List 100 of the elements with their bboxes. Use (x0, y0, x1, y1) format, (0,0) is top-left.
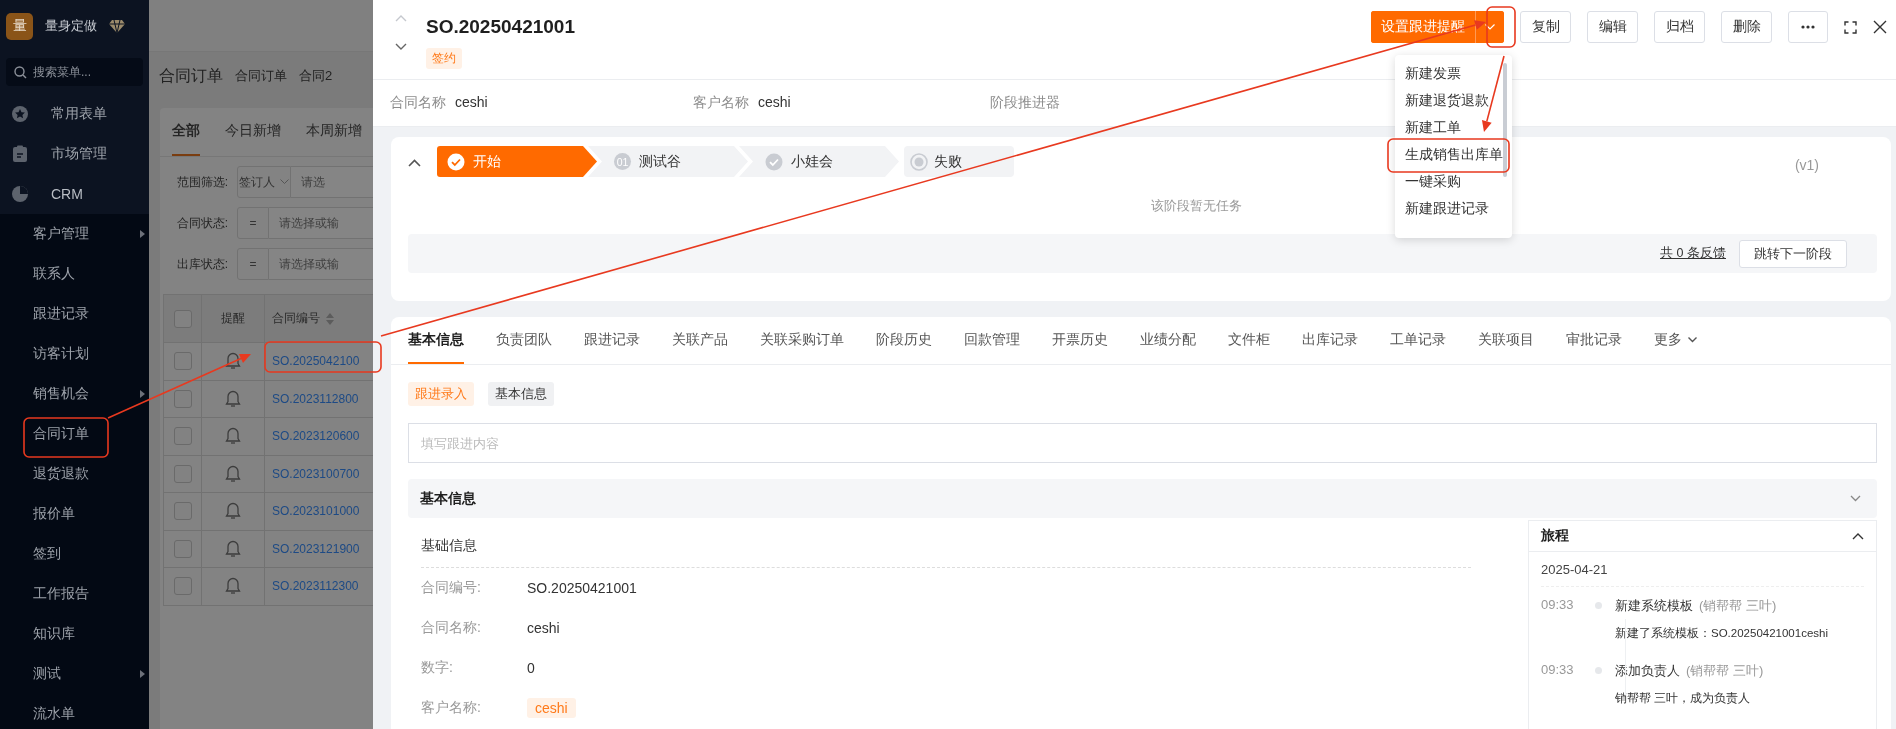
followup-input[interactable]: 填写跟进内容 (408, 423, 1877, 463)
action-button[interactable]: 复制 (1520, 11, 1571, 43)
submenu-item[interactable]: 客户管理 (0, 214, 149, 254)
entry-tab[interactable]: 基本信息 (488, 382, 554, 406)
menu-item[interactable]: 新建工单 (1395, 114, 1512, 141)
field-label: 合同编号: (421, 579, 482, 597)
menu-item[interactable]: 新建跟进记录 (1395, 195, 1512, 222)
tab[interactable]: 审批记录 (1566, 317, 1622, 364)
bell-icon[interactable] (225, 352, 241, 371)
feedback-link[interactable]: 共 0 条反馈 (1660, 245, 1726, 262)
filter-tab[interactable]: 今日新增 (225, 108, 281, 156)
submenu-item[interactable]: 报价单 (0, 494, 149, 534)
column-header: 提醒 (201, 294, 265, 343)
bell-icon[interactable] (225, 539, 241, 558)
chevron-up-icon[interactable] (407, 159, 421, 167)
checkbox[interactable] (173, 309, 192, 328)
submenu-item[interactable]: 测试 (0, 654, 149, 694)
field-label: 阶段推进器 (990, 94, 1060, 110)
tab[interactable]: 业绩分配 (1140, 317, 1196, 364)
checkbox[interactable] (173, 464, 192, 483)
bell-icon[interactable] (225, 464, 241, 483)
checkbox[interactable] (173, 427, 192, 446)
bell-icon[interactable] (225, 389, 241, 408)
tab[interactable]: 阶段历史 (876, 317, 932, 364)
checkbox[interactable] (173, 389, 192, 408)
checkbox[interactable] (173, 352, 192, 371)
field-label: 合同名称 (390, 94, 446, 110)
submenu-item[interactable]: 工作报告 (0, 574, 149, 614)
bell-icon[interactable] (225, 577, 241, 596)
chevron-up-icon[interactable] (1852, 532, 1864, 540)
event-time: 09:33 (1541, 597, 1575, 614)
close-icon[interactable] (1873, 20, 1887, 34)
action-button[interactable]: 编辑 (1587, 11, 1638, 43)
tab[interactable]: 更多 (1654, 317, 1697, 364)
checkbox[interactable] (173, 577, 192, 596)
event-detail: 新建了系统模板：SO.20250421001ceshi (1615, 626, 1828, 641)
filter-tab[interactable]: 本周新增 (306, 108, 362, 156)
record-title: SO.20250421001 (426, 15, 575, 39)
action-button[interactable]: 归档 (1654, 11, 1705, 43)
menu-item[interactable]: 常用表单 (0, 94, 149, 134)
submenu-item[interactable]: 签到 (0, 534, 149, 574)
filter-tab[interactable]: 全部 (172, 108, 200, 156)
tab[interactable]: 基本信息 (408, 317, 464, 364)
field-value: ceshi (455, 94, 488, 110)
caret-right-icon (140, 670, 145, 678)
customer-tag: ceshi (527, 698, 576, 718)
menu-item[interactable]: 一键采购 (1395, 168, 1512, 195)
tab[interactable]: 工单记录 (1390, 317, 1446, 364)
action-button[interactable]: 删除 (1721, 11, 1772, 43)
tab[interactable]: 跟进记录 (584, 317, 640, 364)
tab[interactable]: 回款管理 (964, 317, 1020, 364)
fullscreen-icon[interactable] (1844, 20, 1857, 34)
tab[interactable]: 负责团队 (496, 317, 552, 364)
submenu-item[interactable]: 合同订单 (0, 414, 149, 454)
menu-item[interactable]: 生成销售出库单 (1395, 141, 1512, 168)
column-header: 合同编号 (272, 310, 320, 327)
view-tab[interactable]: 合同订单 (235, 67, 287, 85)
checkbox[interactable] (173, 539, 192, 558)
submenu-item[interactable]: 退货退款 (0, 454, 149, 494)
menu-item[interactable]: 新建发票 (1395, 60, 1512, 87)
chevron-down-icon[interactable] (1850, 495, 1861, 502)
submenu-item[interactable]: 跟进记录 (0, 294, 149, 334)
next-stage-button[interactable]: 跳转下一阶段 (1739, 239, 1847, 268)
search-icon (14, 65, 27, 79)
pie-chart-icon (11, 185, 29, 203)
timeline-dot (1594, 667, 1602, 674)
menu-item[interactable]: CRM (0, 174, 149, 214)
submenu-item[interactable]: 联系人 (0, 254, 149, 294)
submenu-item[interactable]: 流水单 (0, 694, 149, 729)
stage-step[interactable]: 失败 (904, 146, 1014, 177)
more-button[interactable] (1788, 11, 1828, 43)
menu-item[interactable]: 市场管理 (0, 134, 149, 174)
tab[interactable]: 关联项目 (1478, 317, 1534, 364)
chevron-down-icon (1688, 336, 1697, 343)
search-field[interactable]: 搜索菜单... (6, 58, 143, 86)
bell-icon[interactable] (225, 427, 241, 446)
tab[interactable]: 关联采购订单 (760, 317, 844, 364)
bell-icon[interactable] (225, 502, 241, 521)
tab[interactable]: 关联产品 (672, 317, 728, 364)
menu-item[interactable]: 新建退货退款 (1395, 87, 1512, 114)
empty-message: 该阶段暂无任务 (1150, 199, 1242, 213)
group-title: 基础信息 (421, 537, 477, 555)
submenu-item[interactable]: 访客计划 (0, 334, 149, 374)
stage-step[interactable]: 小娃会 (739, 146, 899, 177)
more-icon (1801, 25, 1815, 29)
check-circle-icon (447, 152, 465, 171)
checkbox[interactable] (173, 502, 192, 521)
event-detail: 销帮帮 三叶，成为负责人 (1615, 691, 1752, 706)
tab[interactable]: 文件柜 (1228, 317, 1270, 364)
chevron-down-icon[interactable] (395, 43, 407, 50)
filter-label: 出库状态: (175, 255, 229, 273)
logo: 量 (6, 12, 33, 40)
filter-label: 范围筛选: (175, 173, 229, 191)
submenu-item[interactable]: 知识库 (0, 614, 149, 654)
field-label: 合同名称: (421, 619, 482, 637)
tab[interactable]: 出库记录 (1302, 317, 1358, 364)
view-tab[interactable]: 合同2 (299, 67, 333, 85)
submenu-item[interactable]: 销售机会 (0, 374, 149, 414)
tab[interactable]: 开票历史 (1052, 317, 1108, 364)
scrollbar-thumb[interactable] (1503, 63, 1507, 177)
